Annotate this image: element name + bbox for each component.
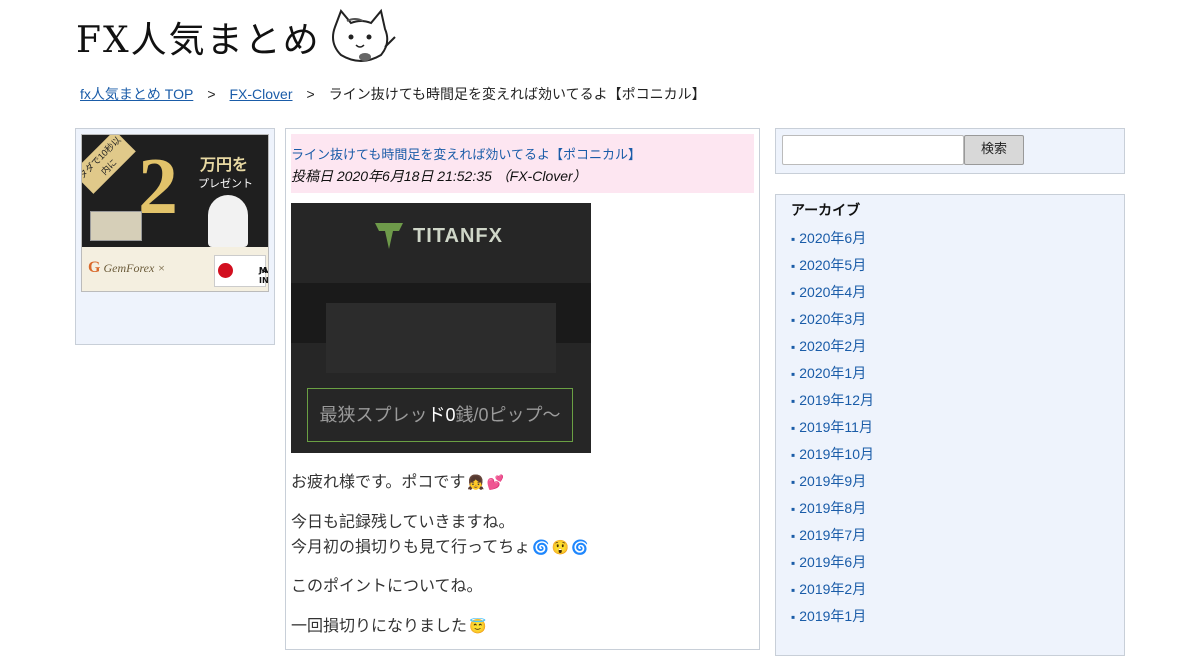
titanfx-ad-banner[interactable]: TITANFX 最狭スプレッド0銭/0ピップ〜	[291, 203, 591, 453]
archive-item[interactable]: ▪ 2020年5月	[791, 252, 874, 279]
smile-emoji-icon: 😇	[469, 618, 487, 634]
archive-item[interactable]: ▪ 2020年1月	[791, 360, 874, 387]
archive-item[interactable]: ▪ 2020年2月	[791, 333, 874, 360]
ad-unit: 万円を	[200, 155, 249, 174]
breadcrumb-category-link[interactable]: FX-Clover	[230, 86, 293, 102]
bullet-icon: ▪	[791, 583, 796, 597]
archive-item[interactable]: ▪ 2019年10月	[791, 441, 874, 468]
bullet-icon: ▪	[791, 286, 796, 300]
bullet-icon: ▪	[791, 232, 796, 246]
bullet-icon: ▪	[791, 448, 796, 462]
bullet-icon: ▪	[791, 313, 796, 327]
post-title-link[interactable]: ライン抜けても時間足を変えれば効いてるよ【ポコニカル】	[291, 144, 641, 163]
search-widget: 検索	[775, 128, 1125, 174]
bullet-icon: ▪	[791, 475, 796, 489]
post-paragraph: このポイントについてね。	[291, 578, 483, 595]
archive-item[interactable]: ▪ 2019年11月	[791, 414, 874, 441]
archive-item[interactable]: ▪ 2019年8月	[791, 495, 874, 522]
breadcrumb-separator: >	[306, 86, 315, 102]
search-button[interactable]: 検索	[964, 135, 1024, 165]
archive-item[interactable]: ▪ 2020年4月	[791, 279, 874, 306]
search-input[interactable]	[782, 135, 964, 165]
archive-title: アーカイブ	[791, 202, 861, 218]
site-logo[interactable]: FX人気まとめ	[76, 6, 397, 68]
made-in-japan-badge: MADE INJAPAN	[214, 255, 268, 287]
surprised-emoji-icon: 😲	[551, 539, 570, 555]
titanfx-logo: TITANFX	[373, 221, 503, 251]
ad-person-image	[208, 195, 248, 247]
girl-emoji-icon: 👧	[467, 474, 485, 490]
bullet-icon: ▪	[791, 259, 796, 273]
archive-item[interactable]: ▪ 2019年12月	[791, 387, 874, 414]
bullet-icon: ▪	[791, 556, 796, 570]
ad-present-text: プレゼント	[198, 177, 253, 190]
archive-widget: アーカイブ ▪ 2020年6月 ▪ 2020年5月 ▪ 2020年4月 ▪ 2020年3…	[775, 194, 1125, 656]
bullet-icon: ▪	[791, 367, 796, 381]
ad-brand: G GemForex ×	[88, 259, 166, 276]
post-paragraph: 今月初の損切りも見て行ってちょ 🌀 😲 🌀	[291, 535, 589, 560]
bullet-icon: ▪	[791, 394, 796, 408]
gemforex-ad-banner[interactable]: タダで10秒以内に 2 万円を プレゼント G GemForex × MADE …	[81, 134, 269, 292]
cat-mascot-icon	[331, 8, 396, 62]
breadcrumb-separator: >	[207, 86, 216, 102]
post-paragraph: お疲れ様です。ポコです 👧 💕	[291, 470, 504, 495]
archive-item[interactable]: ▪ 2019年9月	[791, 468, 874, 495]
post-meta: 投稿日 2020年6月18日 21:52:35 （FX-Clover）	[291, 168, 587, 184]
titanfx-cta-button[interactable]: 最狭スプレッド0銭/0ピップ〜	[307, 388, 573, 442]
bullet-icon: ▪	[791, 421, 796, 435]
post-header: ライン抜けても時間足を変えれば効いてるよ【ポコニカル】 投稿日 2020年6月1…	[291, 134, 754, 193]
archive-item[interactable]: ▪ 2020年6月	[791, 225, 874, 252]
bullet-icon: ▪	[791, 502, 796, 516]
breadcrumb-home-link[interactable]: fx人気まとめ TOP	[80, 86, 193, 102]
ad-amount: 2	[138, 143, 178, 231]
archive-item[interactable]: ▪ 2020年3月	[791, 306, 874, 333]
site-logo-text: FX人気まとめ	[76, 20, 321, 61]
main-content: ライン抜けても時間足を変えれば効いてるよ【ポコニカル】 投稿日 2020年6月1…	[285, 128, 760, 650]
cyclone-emoji-icon: 🌀	[532, 539, 550, 555]
post-paragraph: 一回損切りになりました 😇	[291, 614, 486, 639]
ad-banknote-image	[90, 211, 142, 241]
archive-list: ▪ 2020年6月 ▪ 2020年5月 ▪ 2020年4月 ▪ 2020年3月 ▪ 202…	[791, 225, 874, 630]
gemforex-logo-icon: G	[88, 259, 101, 276]
archive-item[interactable]: ▪ 2019年7月	[791, 522, 874, 549]
breadcrumb-current: ライン抜けても時間足を変えれば効いてるよ【ポコニカル】	[328, 86, 706, 102]
bullet-icon: ▪	[791, 610, 796, 624]
bullet-icon: ▪	[791, 529, 796, 543]
cyclone-emoji-icon: 🌀	[571, 539, 589, 555]
japan-flag-icon	[218, 263, 233, 278]
titanfx-shield-icon	[375, 223, 403, 249]
post-paragraph: 今日も記録残していきますね。	[291, 514, 515, 531]
archive-item[interactable]: ▪ 2019年1月	[791, 603, 874, 630]
breadcrumb: fx人気まとめ TOP > FX-Clover > ライン抜けても時間足を変えれば効いて…	[80, 84, 706, 104]
archive-item[interactable]: ▪ 2019年6月	[791, 549, 874, 576]
bullet-icon: ▪	[791, 340, 796, 354]
hearts-emoji-icon: 💕	[486, 474, 505, 490]
archive-item[interactable]: ▪ 2019年2月	[791, 576, 874, 603]
